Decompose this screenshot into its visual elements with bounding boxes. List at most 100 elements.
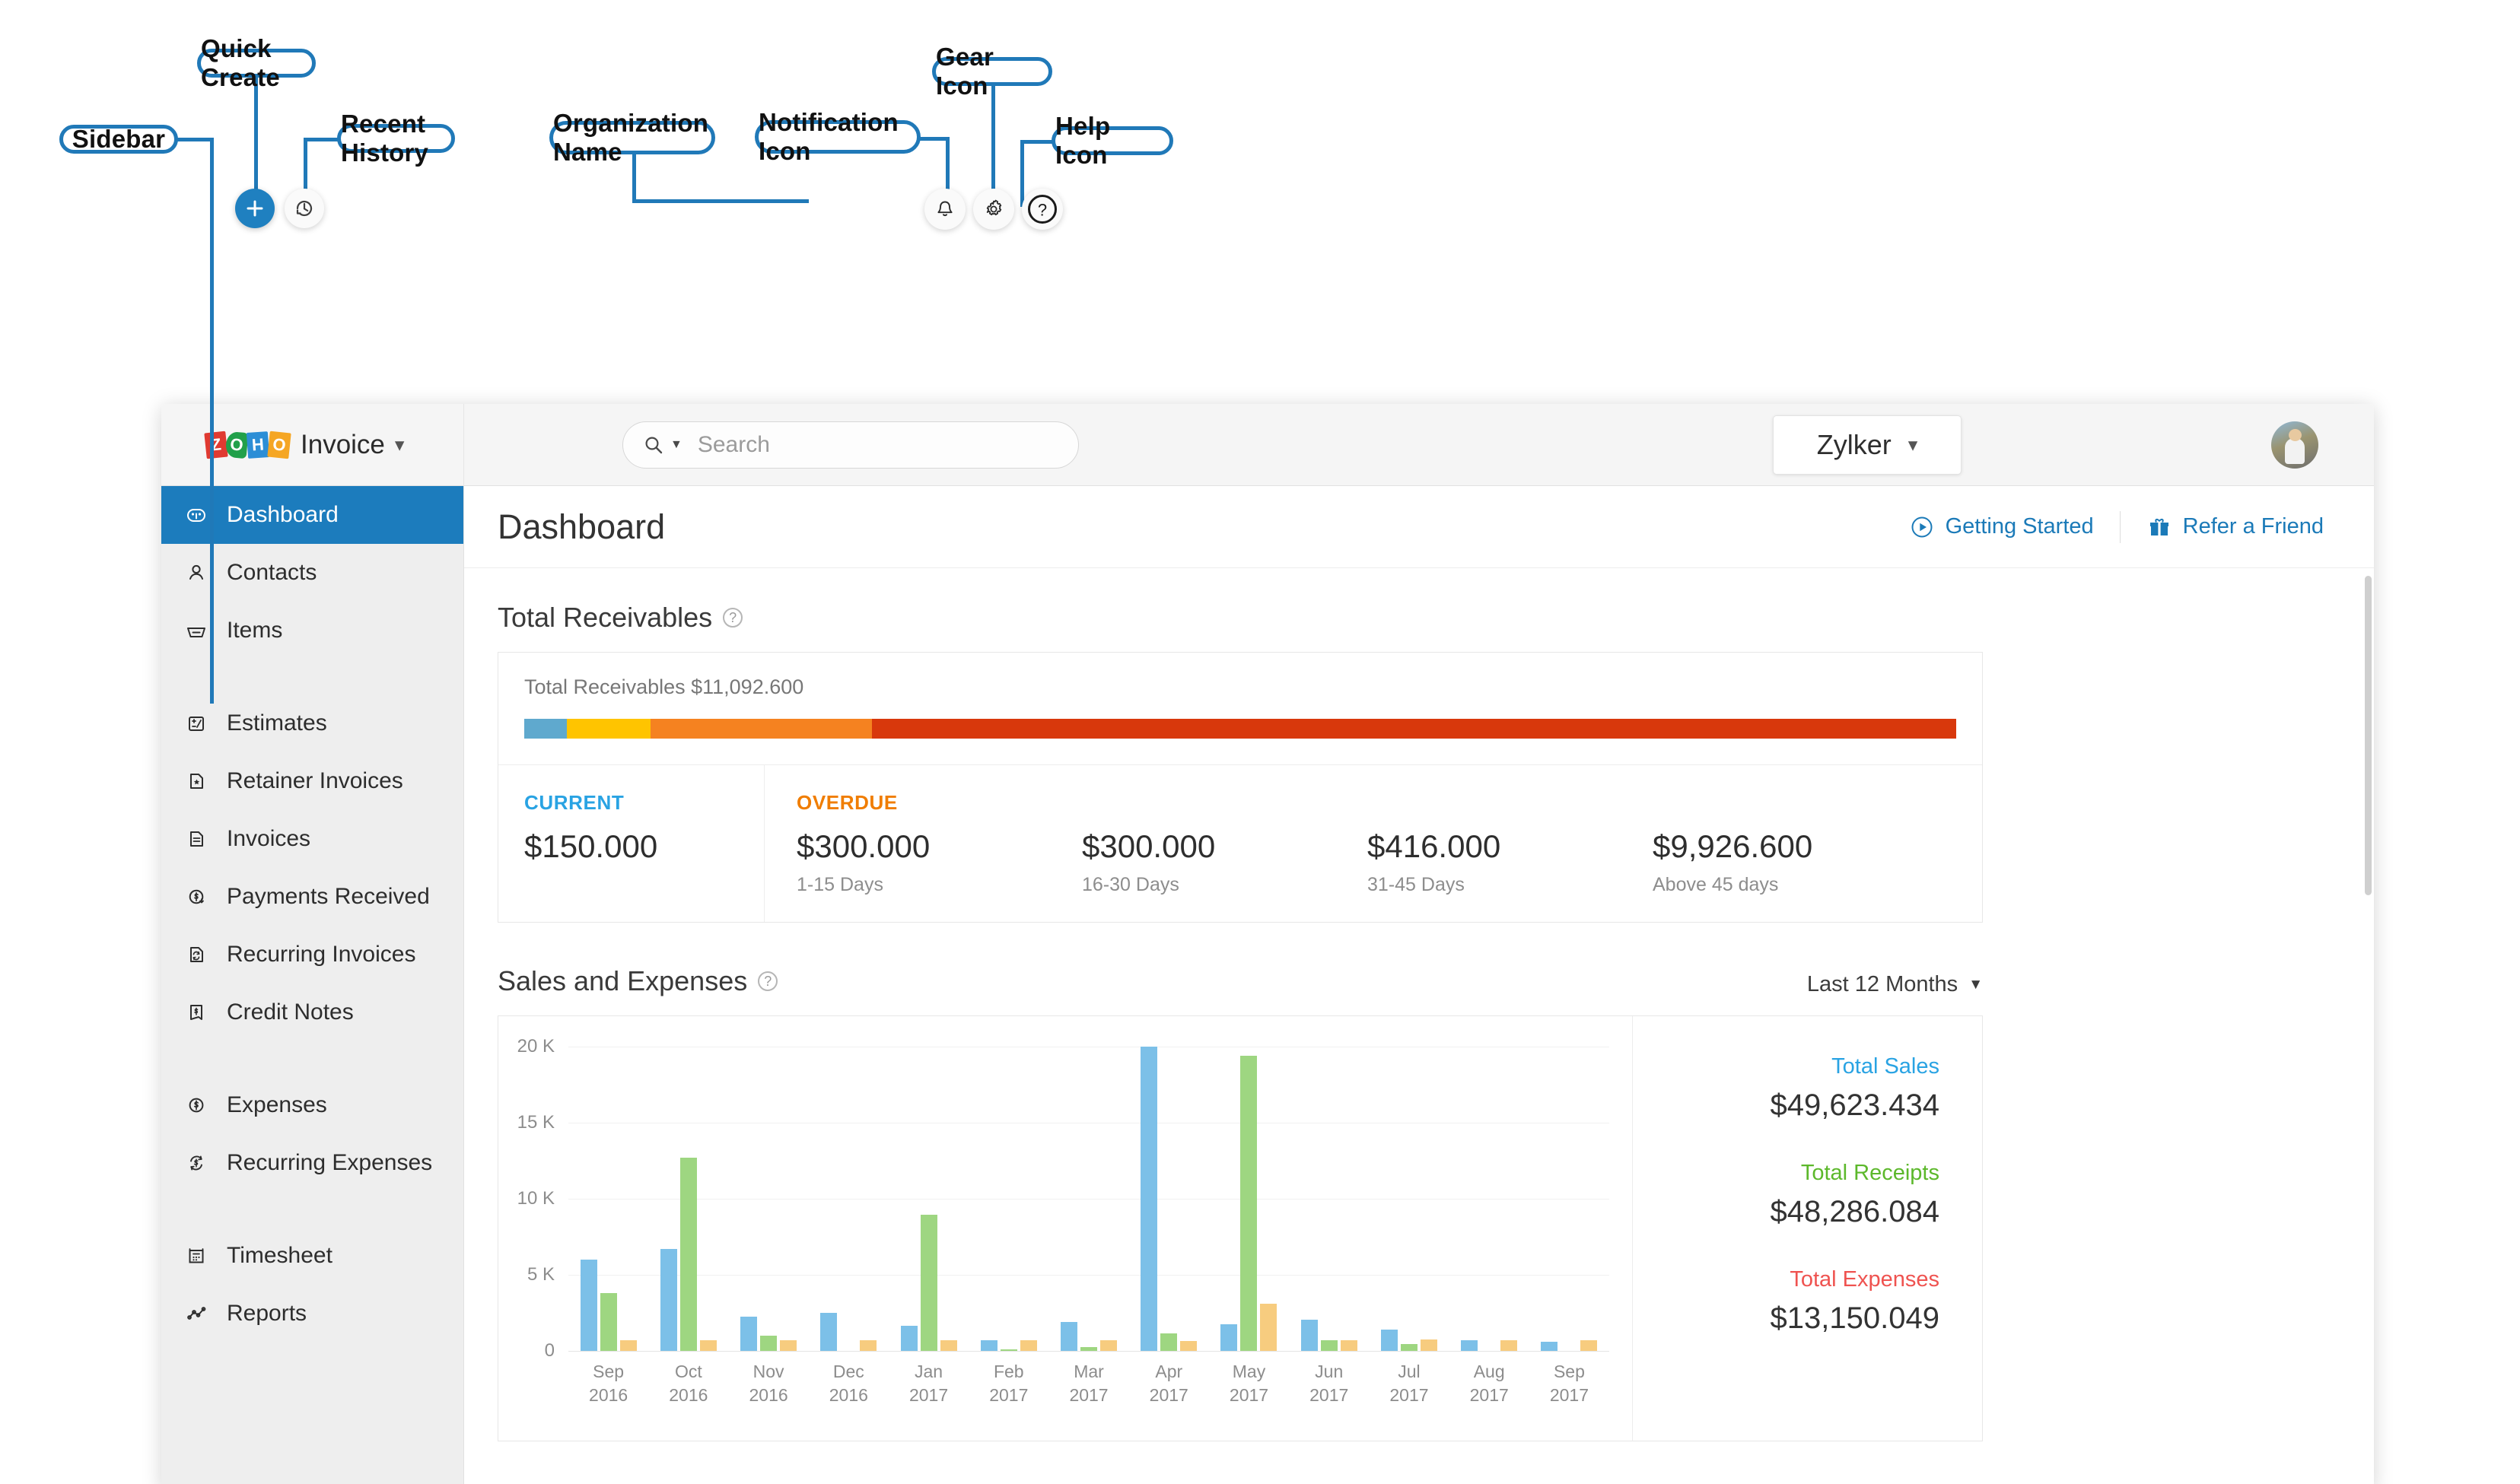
chart-bar-sales [1461,1340,1478,1351]
help-tooltip-icon[interactable]: ? [758,971,778,991]
leader-notification-h [918,137,950,141]
sidebar-item-invoices[interactable]: Invoices [161,810,463,868]
search-input[interactable]: ▼ Search [622,421,1079,469]
sidebar-item-contacts[interactable]: Contacts [161,544,463,602]
avatar-slot[interactable] [2263,413,2327,477]
y-tick-label: 20 K [517,1036,555,1057]
callout-label: Recent History [341,110,429,167]
sidebar-item-label: Estimates [227,710,327,736]
x-tick-label: Nov 2016 [749,1362,788,1406]
help-tooltip-icon[interactable]: ? [723,608,743,628]
x-tick-label: Feb 2017 [989,1362,1029,1406]
chart-bar-expenses [780,1340,797,1351]
total-expenses-label: Total Expenses [1790,1267,1939,1292]
chart-bar-receipts [760,1336,778,1351]
chart-bar-sales [900,1326,918,1351]
total-sales-label: Total Sales [1831,1054,1939,1079]
chart-bar-group [889,1047,969,1351]
sidebar-item-timesheet[interactable]: Timesheet [161,1227,463,1285]
sidebar-divider [161,1192,463,1227]
chart-bar-expenses [860,1340,877,1351]
sidebar-item-label: Payments Received [227,884,430,909]
section-title-label: Sales and Expenses [498,965,748,996]
current-label: CURRENT [524,791,625,814]
receivables-total-label: Total Receivables $11,092.600 [524,675,804,698]
chart-bar-sales [1300,1320,1318,1351]
refer-friend-link[interactable]: Refer a Friend [2146,514,2324,540]
callout-label: Notification Icon [759,108,899,165]
sidebar: Dashboard Contacts Items Estimates Retai… [161,486,464,1484]
organization-selector[interactable]: Zylker ▾ [1773,415,1962,475]
leader-sidebar-h [173,138,213,141]
callout-label: Sidebar [72,125,166,153]
notification-button[interactable] [924,189,966,230]
current-value: $150.000 [524,828,658,864]
clock-icon [296,200,313,217]
recent-history-button[interactable] [285,189,324,228]
vertical-scrollbar[interactable] [2365,576,2372,895]
sales-expenses-section-title: Sales and Expenses ? [498,965,778,997]
chart-bar-expenses [619,1340,637,1351]
x-tick-label: Aug 2017 [1469,1362,1509,1406]
leader-gear [991,84,995,205]
y-tick-label: 15 K [517,1112,555,1133]
chart-bar-group [1289,1047,1369,1351]
sidebar-item-items[interactable]: Items [161,602,463,659]
x-tick-label: Dec 2016 [829,1362,868,1406]
search-scope-caret-icon[interactable]: ▼ [670,438,682,452]
app-topbar: Z O H O Invoice ▾ ▼ Search Zylker ▾ [161,404,2374,486]
sidebar-item-reports[interactable]: Reports [161,1285,463,1343]
sidebar-item-dashboard[interactable]: Dashboard [161,486,463,544]
chart-bar-expenses [1420,1339,1437,1351]
notification-icon-slot[interactable] [1993,413,2057,477]
chart-bar-group [1209,1047,1289,1351]
settings-button[interactable] [973,189,1014,230]
sidebar-item-expenses[interactable]: Expenses [161,1076,463,1134]
topbar-right: Zylker ▾ [1773,413,2374,477]
sidebar-item-estimates[interactable]: Estimates [161,694,463,752]
date-range-selector[interactable]: Last 12 Months ▼ [1807,972,1983,997]
x-tick-label: Apr 2017 [1149,1362,1188,1406]
link-label: Getting Started [1945,514,2094,539]
logo-block-o1: O [224,431,249,459]
logo-block-h: H [246,431,270,459]
callout-gear: Gear Icon [932,43,1052,100]
receivables-current: CURRENT $150.000 [498,765,765,922]
overdue-label: OVERDUE [797,791,898,814]
help-icon-slot[interactable] [2173,413,2237,477]
reports-icon [184,1301,222,1326]
sidebar-item-credit-notes[interactable]: Credit Notes [161,984,463,1041]
total-receipts-value: $48,286.084 [1770,1195,1939,1228]
x-tick-label: May 2017 [1229,1362,1269,1406]
sidebar-item-retainer-invoices[interactable]: Retainer Invoices [161,752,463,810]
chart-bar-expenses [1020,1340,1037,1351]
page-title: Dashboard [498,507,666,546]
sidebar-item-recurring-expenses[interactable]: Recurring Expenses [161,1134,463,1192]
callout-quick-create: Quick Create [197,34,316,91]
chart-bar-sales [1220,1324,1238,1351]
svg-text:?: ? [1038,201,1047,220]
recurring-invoices-icon [184,942,222,967]
getting-started-link[interactable]: Getting Started [1909,514,2094,540]
sidebar-item-payments-received[interactable]: Payments Received [161,868,463,926]
sales-expenses-card: 20 K 15 K 10 K 5 K 0 Sep 2016 Oct 2016 N… [498,1015,1983,1441]
sidebar-item-recurring-invoices[interactable]: Recurring Invoices [161,926,463,984]
chart-bar-group [728,1047,808,1351]
callout-label: Gear Icon [936,43,994,100]
help-button[interactable]: ? [1022,189,1063,230]
callout-label: Help Icon [1055,112,1111,169]
zoho-logo-icon: Z O H O [204,429,291,461]
quick-create-button[interactable] [235,189,275,228]
plus-icon [247,200,263,217]
chart-bar-expenses [699,1340,717,1351]
total-expenses-value: $13,150.049 [1770,1301,1939,1335]
brand-logo[interactable]: Z O H O Invoice ▾ [161,404,464,486]
screenshot-root: Sidebar Quick Create Recent History Orga… [0,0,2520,1484]
gear-icon-slot[interactable] [2083,413,2147,477]
bar-segment-1-15 [567,719,651,739]
chart-bar-receipts [1080,1347,1098,1351]
x-tick-label: Sep 2016 [589,1362,628,1406]
sidebar-item-label: Items [227,618,283,643]
chevron-down-icon[interactable]: ▾ [395,434,405,456]
sidebar-item-label: Reports [227,1301,307,1326]
